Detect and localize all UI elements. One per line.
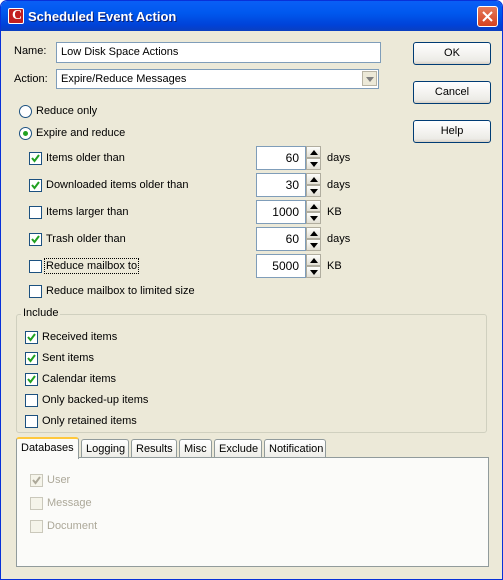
- checkmark-icon: [27, 333, 36, 342]
- name-input[interactable]: Low Disk Space Actions: [56, 42, 381, 63]
- window-title: Scheduled Event Action: [28, 9, 177, 24]
- action-select-value: Expire/Reduce Messages: [61, 73, 187, 85]
- reduce-mailbox-to-spinner[interactable]: [306, 254, 321, 278]
- spin-up-icon[interactable]: [306, 173, 321, 185]
- sent-items-checkbox[interactable]: [25, 352, 38, 365]
- spin-up-icon[interactable]: [306, 227, 321, 239]
- action-select[interactable]: Expire/Reduce Messages: [56, 69, 379, 89]
- title-bar[interactable]: C Scheduled Event Action: [1, 1, 502, 31]
- spin-down-icon[interactable]: [306, 158, 321, 170]
- downloaded-items-older-than-label: Downloaded items older than: [46, 179, 189, 191]
- help-button[interactable]: Help: [413, 120, 491, 143]
- downloaded-items-older-than-spinner[interactable]: [306, 173, 321, 197]
- calendar-items-label: Calendar items: [42, 373, 116, 385]
- checkmark-icon: [27, 375, 36, 384]
- name-label: Name:: [14, 45, 47, 57]
- items-larger-than-value-input[interactable]: 1000: [256, 200, 306, 224]
- trash-older-than-value-input[interactable]: 60: [256, 227, 306, 251]
- spin-down-icon[interactable]: [306, 185, 321, 197]
- tab-results[interactable]: Results: [131, 439, 177, 459]
- reduce-mailbox-to-checkbox[interactable]: [29, 260, 42, 273]
- received-items-label: Received items: [42, 331, 118, 343]
- only-retained-items-label: Only retained items: [42, 415, 137, 427]
- items-older-than-label: Items older than: [46, 152, 125, 164]
- only-retained-items-checkbox[interactable]: [25, 415, 38, 428]
- only-backed-up-items-checkbox[interactable]: [25, 394, 38, 407]
- items-larger-than-spinner[interactable]: [306, 200, 321, 224]
- tab-logging[interactable]: Logging: [81, 439, 129, 459]
- items-larger-than-label: Items larger than: [46, 206, 129, 218]
- received-items-checkbox[interactable]: [25, 331, 38, 344]
- checkmark-icon: [27, 354, 36, 363]
- trash-older-than-unit: days: [327, 233, 351, 245]
- spin-down-icon[interactable]: [306, 239, 321, 251]
- sent-items-label: Sent items: [42, 352, 94, 364]
- downloaded-items-older-than-unit: days: [327, 179, 351, 191]
- tab-misc[interactable]: Misc: [179, 439, 212, 459]
- checkmark-icon: [32, 476, 41, 485]
- spin-down-icon[interactable]: [306, 212, 321, 224]
- reduce-mailbox-to-limited-size-checkbox[interactable]: [29, 285, 42, 298]
- tab-exclude[interactable]: Exclude: [214, 439, 262, 459]
- reduce-mailbox-to-limited-size-label: Reduce mailbox to limited size: [46, 285, 195, 297]
- calendar-items-checkbox[interactable]: [25, 373, 38, 386]
- checkmark-icon: [31, 235, 40, 244]
- db-message-label: Message: [47, 497, 92, 509]
- downloaded-items-older-than-checkbox[interactable]: [29, 179, 42, 192]
- downloaded-items-older-than-value-input[interactable]: 30: [256, 173, 306, 197]
- expire-and-reduce-radio[interactable]: [19, 127, 32, 140]
- items-older-than-unit: days: [327, 152, 351, 164]
- items-larger-than-unit: KB: [327, 206, 342, 218]
- items-older-than-spinner[interactable]: [306, 146, 321, 170]
- db-document-checkbox: [30, 520, 43, 533]
- only-backed-up-items-label: Only backed-up items: [42, 394, 149, 406]
- reduce-only-radio[interactable]: [19, 105, 32, 118]
- app-logo-icon: C: [8, 8, 24, 24]
- close-button[interactable]: [477, 6, 498, 27]
- spin-down-icon[interactable]: [306, 266, 321, 278]
- spin-up-icon[interactable]: [306, 200, 321, 212]
- chevron-down-icon[interactable]: [362, 71, 377, 86]
- spin-up-icon[interactable]: [306, 146, 321, 158]
- reduce-mailbox-to-label: Reduce mailbox to: [43, 258, 140, 274]
- trash-older-than-spinner[interactable]: [306, 227, 321, 251]
- items-larger-than-checkbox[interactable]: [29, 206, 42, 219]
- action-label: Action:: [14, 73, 48, 85]
- tab-panel-databases: [16, 457, 489, 567]
- cancel-button[interactable]: Cancel: [413, 81, 491, 104]
- trash-older-than-checkbox[interactable]: [29, 233, 42, 246]
- checkmark-icon: [31, 154, 40, 163]
- tab-notification[interactable]: Notification: [264, 439, 326, 459]
- items-older-than-value-input[interactable]: 60: [256, 146, 306, 170]
- db-message-checkbox: [30, 497, 43, 510]
- reduce-mailbox-to-value-input[interactable]: 5000: [256, 254, 306, 278]
- dialog-window: C Scheduled Event Action Name: Low Disk …: [0, 0, 503, 580]
- db-user-label: User: [47, 474, 71, 486]
- db-document-label: Document: [47, 520, 98, 532]
- db-user-checkbox: [30, 474, 43, 487]
- include-legend: Include: [21, 307, 61, 319]
- reduce-only-label: Reduce only: [36, 105, 98, 117]
- checkmark-icon: [31, 181, 40, 190]
- tab-databases[interactable]: Databases: [16, 437, 79, 459]
- ok-button[interactable]: OK: [413, 42, 491, 65]
- reduce-mailbox-to-unit: KB: [327, 260, 342, 272]
- close-icon: [482, 11, 493, 22]
- spin-up-icon[interactable]: [306, 254, 321, 266]
- items-older-than-checkbox[interactable]: [29, 152, 42, 165]
- trash-older-than-label: Trash older than: [46, 233, 126, 245]
- expire-and-reduce-label: Expire and reduce: [36, 127, 126, 139]
